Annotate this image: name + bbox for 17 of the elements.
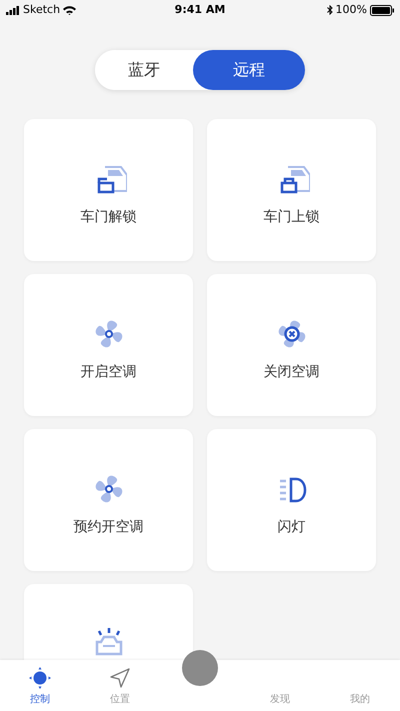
mode-tab[interactable]: 远程 [193,50,305,90]
battery-percent: 100% [336,2,367,18]
tab-item[interactable]: 控制 [0,660,80,711]
navigation-arrow-icon [109,667,131,689]
control-card[interactable]: 关闭空调 [207,274,376,416]
center-tab-button[interactable] [182,650,218,686]
control-card[interactable]: 车门解锁 [24,119,193,261]
battery-icon [370,4,394,16]
control-card[interactable]: 闪灯 [207,429,376,571]
clock-time: 9:41 AM [174,2,226,18]
carrier-name: Sketch [23,2,60,18]
control-card[interactable]: 车门上锁 [207,119,376,261]
signal-icon [6,6,20,14]
bluetooth-icon [326,5,333,15]
control-card[interactable]: 开启空调 [24,274,193,416]
control-card[interactable]: 预约开空调 [24,429,193,571]
wifi-icon [63,6,76,14]
